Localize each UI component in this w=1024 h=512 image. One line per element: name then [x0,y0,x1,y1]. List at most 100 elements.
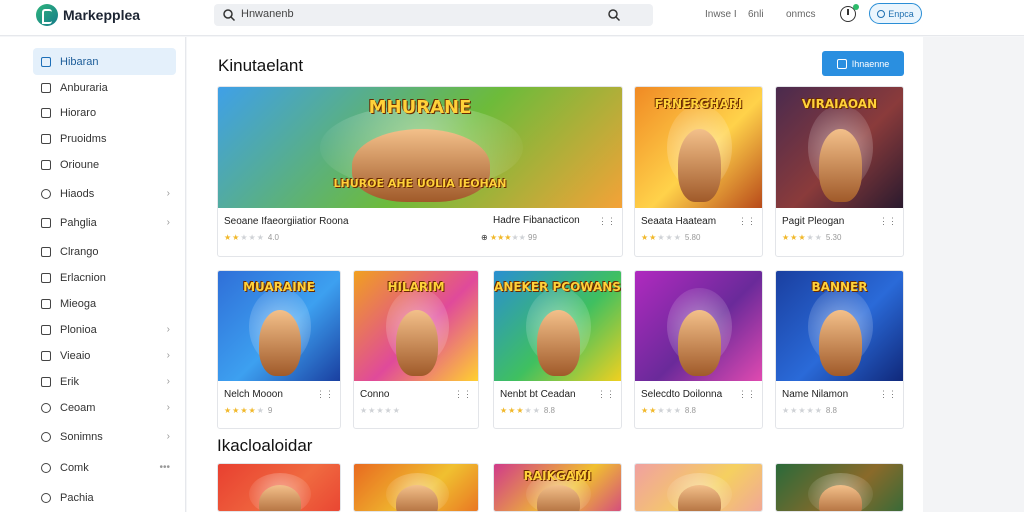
sidebar-item-5[interactable]: Hiaods › [33,180,176,207]
game-card[interactable] [775,463,904,512]
thumbnail-title: VIRAIAOAN [801,96,878,111]
rating-value: 9 [267,406,273,415]
header-link-2[interactable]: 6nli [748,9,764,20]
more-options-icon[interactable]: ⋮⋮ [738,389,756,400]
star-icons: ★★★ [782,233,807,242]
game-thumbnail[interactable]: HILARIM [354,271,478,381]
rating-row: ★★★★★ 5.30 [782,233,841,242]
square-icon [41,246,51,257]
game-thumbnail[interactable] [776,464,903,511]
star-icons: ★★★★ [224,406,257,415]
star-empty-icons: ★★★ [240,233,265,242]
game-card[interactable]: HILARIM Conno ★★★★★ ⋮⋮ [353,270,479,429]
game-card[interactable]: MHURANE LHUROE AHE UOLIA IEOHAN Seoane Ifa… [217,86,623,257]
game-thumbnail[interactable] [635,464,762,511]
sidebar-item-3[interactable]: Pruoidms [33,125,176,152]
sidebar-item-6[interactable]: Pahglia › [33,209,176,236]
sidebar-item-9[interactable]: Mieoga [33,290,176,317]
more-options-icon[interactable]: ⋮⋮ [879,216,897,227]
thumbnail-title: FRNERGHARI [654,96,743,111]
game-thumbnail[interactable]: RAIKGAMI [494,464,621,511]
primary-action-button[interactable]: Ihnaenne [822,51,904,76]
sidebar-item-14[interactable]: Sonimns › [33,423,176,450]
header-button[interactable]: Enpca [869,3,922,24]
thumbnail-title: MUARAINE [243,279,315,294]
sidebar-item-label: Hioraro [60,106,97,119]
more-options-icon[interactable]: ⋮⋮ [879,389,897,400]
game-thumbnail[interactable]: ANEKER PCOWANS [494,271,621,381]
sidebar-item-12[interactable]: Erik › [33,368,176,395]
doc-icon [41,133,51,144]
game-card[interactable] [217,463,341,512]
sidebar-item-label: Ceoam [60,401,96,414]
game-card[interactable]: MUARAINE Nelch Mooon ★★★★★ 9 ⋮⋮ [217,270,341,429]
more-options-icon[interactable]: ⋮⋮ [454,389,472,400]
game-name: Seoane Ifaeorgiiatior Roona [224,216,349,227]
sidebar-item-11[interactable]: Vieaio › [33,342,176,369]
game-thumbnail[interactable]: MHURANE LHUROE AHE UOLIA IEOHAN [218,87,622,208]
sidebar-item-label: Plonioa [60,323,97,336]
game-thumbnail[interactable]: VIRAIAOAN [776,87,903,208]
game-card[interactable]: FRNERGHARI Seaata Haateam ★★★★★ 5.80 ⋮⋮ [634,86,763,257]
game-card[interactable]: ANEKER PCOWANS Nenbt bt Ceadan ★★★★★ 8.8 ⋮⋮ [493,270,622,429]
rating-row: ★★★★★ 9 [224,406,272,415]
game-card[interactable]: RAIKGAMI [493,463,622,512]
rating-value: 8.8 [825,406,837,415]
game-thumbnail[interactable] [635,271,762,381]
rating-row: ★★★★★ 8.8 [641,406,696,415]
sidebar-item-15[interactable]: Comk ••• [33,454,176,481]
game-name: Selecdto Doilonna [641,389,723,400]
section-title-second: Ikacloaloidar [217,436,313,455]
game-thumbnail[interactable]: MUARAINE [218,271,340,381]
more-options-icon[interactable]: ⋮⋮ [316,389,334,400]
sidebar-item-label: Vieaio [60,349,91,362]
section-title-featured: Kinutaelant [218,56,304,75]
search-submit-icon[interactable] [607,8,621,22]
search-input[interactable]: Hnwanenb [214,4,653,26]
doc-icon [41,272,51,283]
sidebar-item-8[interactable]: Erlacnion [33,264,176,291]
game-thumbnail[interactable] [354,464,478,511]
app-title: Markepplea [63,7,141,23]
bolt-icon [41,56,51,67]
sidebar-item-10[interactable]: Plonioa › [33,316,176,343]
game-thumbnail[interactable]: FRNERGHARI [635,87,762,208]
sidebar-item-4[interactable]: Orioune [33,151,176,178]
chevron-right-icon: › [166,188,170,199]
game-thumbnail[interactable] [218,464,340,511]
character-figure [677,129,722,202]
search-value: Hnwanenb [241,8,294,20]
chevron-right-icon: › [166,402,170,413]
game-thumbnail[interactable]: BANNER [776,271,903,381]
header-link-1[interactable]: Inwse I [705,9,737,20]
rating-value: 99 [528,233,537,242]
game-card[interactable] [353,463,479,512]
more-options-icon[interactable]: ⋮⋮ [738,216,756,227]
circle-icon [41,462,51,473]
sidebar-item-label: Clrango [60,245,99,258]
search-icon [223,9,236,22]
sidebar-item-13[interactable]: Ceoam › [33,394,176,421]
circle-icon [41,492,51,503]
more-options-icon[interactable]: ⋮⋮ [598,216,616,227]
logo-icon[interactable] [36,4,58,26]
thumbnail-title: HILARIM [387,279,445,294]
sidebar-item-label: Comk [60,461,89,474]
character-figure [677,309,722,376]
game-card[interactable]: BANNER Name Nilamon ★★★★★ 8.8 ⋮⋮ [775,270,904,429]
game-card[interactable] [634,463,763,512]
header-link-3[interactable]: onmcs [786,9,815,20]
star-empty-icons: ★★★★★ [360,406,401,415]
sidebar-item-7[interactable]: Clrango [33,238,176,265]
game-card[interactable]: VIRAIAOAN Pagit Pleogan ★★★★★ 5.30 ⋮⋮ [775,86,904,257]
edit-icon [41,217,51,228]
sidebar-item-0[interactable]: Hibaran [33,48,176,75]
thumbnail-title: RAIKGAMI [523,468,592,483]
star-icons: ★★ [224,233,241,242]
sidebar-item-16[interactable]: Pachia [33,484,176,511]
game-card[interactable]: Selecdto Doilonna ★★★★★ 8.8 ⋮⋮ [634,270,763,429]
sidebar-item-1[interactable]: Anburaria [33,74,176,101]
sidebar-item-2[interactable]: Hioraro [33,99,176,126]
rating-value: 5.30 [825,233,842,242]
more-options-icon[interactable]: ⋮⋮ [597,389,615,400]
